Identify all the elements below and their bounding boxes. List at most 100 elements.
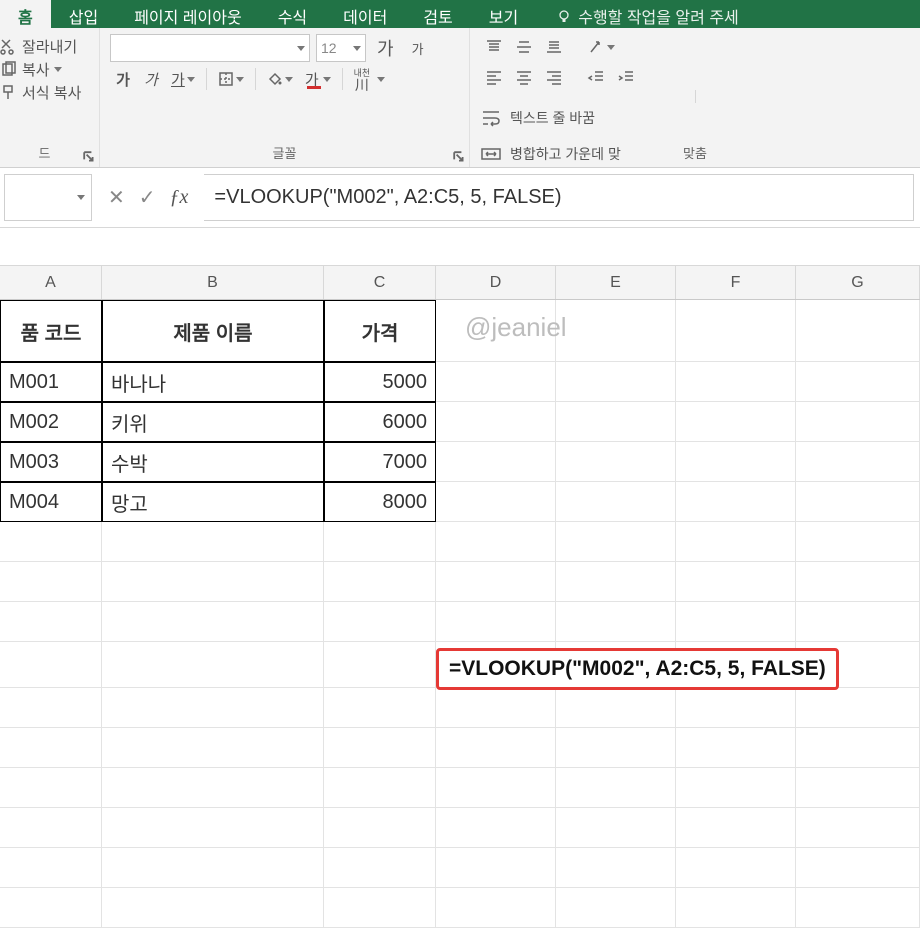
grid-cell[interactable] — [676, 848, 796, 887]
fill-color-button[interactable] — [262, 66, 298, 92]
grid-cell[interactable] — [556, 768, 676, 807]
col-header-D[interactable]: D — [436, 266, 556, 299]
col-header-G[interactable]: G — [796, 266, 920, 299]
grid-cell[interactable] — [436, 402, 556, 441]
wrap-text-button[interactable]: 텍스트 줄 바꿈 — [480, 107, 910, 129]
grid-cell[interactable] — [102, 728, 324, 767]
grid-cell[interactable] — [0, 522, 102, 561]
grid-cell[interactable] — [324, 602, 436, 641]
grid-cell[interactable] — [676, 522, 796, 561]
grid-cell[interactable] — [0, 642, 102, 687]
grid-cell[interactable] — [556, 442, 676, 481]
grid-cell[interactable] — [796, 522, 920, 561]
grid-cell[interactable] — [556, 728, 676, 767]
grid-cell[interactable] — [676, 688, 796, 727]
grid-cell[interactable] — [0, 888, 102, 927]
cell-code[interactable]: M002 — [0, 402, 102, 442]
grid-cell[interactable] — [796, 602, 920, 641]
grid-cell[interactable] — [102, 522, 324, 561]
border-button[interactable] — [213, 66, 249, 92]
grid-cell[interactable] — [324, 562, 436, 601]
orientation-button[interactable] — [582, 34, 620, 60]
grid-cell[interactable] — [324, 688, 436, 727]
cell-name[interactable]: 수박 — [102, 442, 324, 482]
grid-cell[interactable] — [102, 888, 324, 927]
grid-cell[interactable] — [102, 642, 324, 687]
table-row[interactable]: M003 수박 7000 — [0, 442, 436, 482]
grid-cell[interactable] — [676, 402, 796, 441]
enter-formula-button[interactable]: ✓ — [139, 185, 156, 210]
grid-cell[interactable] — [556, 808, 676, 847]
grid-cell[interactable] — [676, 562, 796, 601]
table-row[interactable]: M002 키위 6000 — [0, 402, 436, 442]
grid-cell[interactable] — [324, 808, 436, 847]
grid-cell[interactable] — [436, 362, 556, 401]
grid-cell[interactable] — [436, 482, 556, 521]
italic-button[interactable]: 가 — [138, 66, 164, 92]
grid-cell[interactable] — [0, 728, 102, 767]
grid-cell[interactable] — [0, 848, 102, 887]
tell-me-search[interactable]: 수행할 작업을 알려 주세 — [556, 0, 739, 28]
decrease-indent-button[interactable] — [582, 64, 610, 90]
grid-cell[interactable] — [436, 728, 556, 767]
grid-cell[interactable] — [796, 562, 920, 601]
grid-cell[interactable] — [556, 522, 676, 561]
cell-price[interactable]: 8000 — [324, 482, 436, 522]
tab-insert[interactable]: 삽입 — [51, 0, 116, 28]
grid-cell[interactable] — [436, 768, 556, 807]
underline-button[interactable]: 가 — [166, 66, 200, 92]
grid-cell[interactable] — [796, 442, 920, 481]
grid-cell[interactable] — [436, 522, 556, 561]
grid-cell[interactable] — [102, 688, 324, 727]
grid-cell[interactable] — [556, 688, 676, 727]
col-header-B[interactable]: B — [102, 266, 324, 299]
grid-cell[interactable] — [436, 562, 556, 601]
grid-cell[interactable] — [0, 562, 102, 601]
grid-cell[interactable] — [676, 482, 796, 521]
increase-indent-button[interactable] — [612, 64, 640, 90]
grid-cell[interactable] — [796, 848, 920, 887]
grid-cell[interactable] — [796, 300, 920, 361]
font-dialog-launcher[interactable] — [453, 151, 465, 163]
grid-cell[interactable] — [796, 768, 920, 807]
clipboard-dialog-launcher[interactable] — [83, 151, 95, 163]
grid-cell[interactable] — [324, 888, 436, 927]
cancel-formula-button[interactable]: ✕ — [108, 185, 125, 210]
grid-cell[interactable] — [676, 602, 796, 641]
grid-cell[interactable] — [102, 848, 324, 887]
grid-cell[interactable] — [796, 402, 920, 441]
col-header-A[interactable]: A — [0, 266, 102, 299]
grid-cell[interactable] — [796, 362, 920, 401]
align-middle-button[interactable] — [510, 34, 538, 60]
grid-cell[interactable] — [556, 362, 676, 401]
grid-cell[interactable] — [0, 768, 102, 807]
cell-code[interactable]: M004 — [0, 482, 102, 522]
grid-cell[interactable] — [556, 888, 676, 927]
align-center-button[interactable] — [510, 64, 538, 90]
align-right-button[interactable] — [540, 64, 568, 90]
cell-name[interactable]: 망고 — [102, 482, 324, 522]
grid-cell[interactable] — [556, 300, 676, 361]
grid-cell[interactable] — [796, 728, 920, 767]
grid-cell[interactable] — [436, 602, 556, 641]
grid-cell[interactable] — [676, 362, 796, 401]
grid-cell[interactable] — [556, 482, 676, 521]
col-header-C[interactable]: C — [324, 266, 436, 299]
insert-function-button[interactable]: ƒx — [170, 186, 189, 209]
tab-view[interactable]: 보기 — [471, 0, 536, 28]
grid-cell[interactable] — [0, 602, 102, 641]
increase-font-button[interactable]: 가 — [372, 35, 399, 61]
name-box[interactable] — [4, 174, 92, 221]
grid-cell[interactable] — [102, 602, 324, 641]
grid-cell[interactable] — [102, 768, 324, 807]
col-header-E[interactable]: E — [556, 266, 676, 299]
phonetic-guide-button[interactable]: 내천 川 — [349, 66, 376, 92]
grid-cell[interactable] — [796, 482, 920, 521]
grid-cell[interactable] — [676, 728, 796, 767]
worksheet-grid[interactable]: @jeaniel 품 코드 제품 이름 가격 M001 바나나 5000 M00… — [0, 300, 920, 928]
cut-button[interactable]: 잘라내기 — [0, 36, 89, 57]
grid-cell[interactable] — [0, 808, 102, 847]
grid-cell[interactable] — [436, 688, 556, 727]
grid-cell[interactable] — [676, 300, 796, 361]
tab-page-layout[interactable]: 페이지 레이아웃 — [116, 0, 260, 28]
